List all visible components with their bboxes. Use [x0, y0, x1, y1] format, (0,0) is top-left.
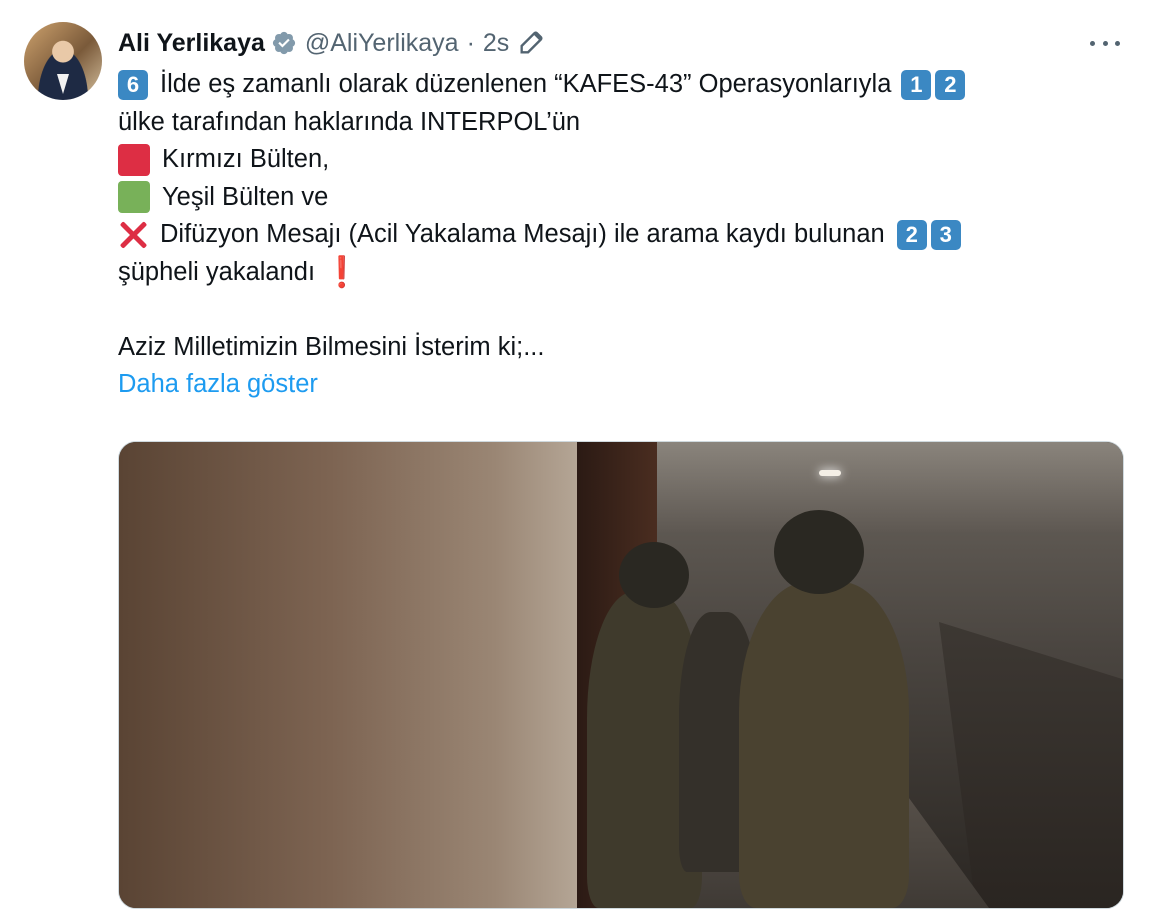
edit-icon[interactable] — [517, 29, 545, 57]
author-handle[interactable]: @AliYerlikaya — [305, 29, 459, 58]
verified-badge-icon — [272, 31, 295, 55]
more-dot — [1102, 40, 1108, 46]
line-text: Yeşil Bülten ve — [162, 182, 329, 211]
avatar-shirt — [57, 74, 69, 94]
keycap-6-icon: 6 — [118, 69, 148, 100]
tweet-header: Ali Yerlikaya @AliYerlikaya · 2s — [118, 24, 545, 62]
tweet-text: 6 İlde eş zamanlı olarak düzenlenen “KAF… — [118, 66, 969, 404]
author-avatar[interactable] — [24, 22, 102, 100]
exclamation-icon: ❗ — [323, 255, 361, 289]
green-square-icon — [118, 181, 150, 214]
tweet-line-6: şüpheli yakalandı ❗ — [118, 254, 969, 292]
cross-mark-icon — [118, 220, 148, 250]
more-dot — [1115, 40, 1120, 46]
line-text: şüpheli yakalandı — [118, 257, 316, 286]
keycap-3-icon: 3 — [930, 219, 961, 250]
red-square-icon — [118, 143, 150, 176]
tweet-line-1: 6 İlde eş zamanlı olarak düzenlenen “KAF… — [118, 66, 969, 104]
tweet-line-3: Kırmızı Bülten, — [118, 141, 969, 179]
show-more-link[interactable]: Daha fazla göster — [118, 366, 969, 404]
media-wall — [119, 442, 589, 908]
author-name[interactable]: Ali Yerlikaya — [118, 29, 265, 58]
keycap-1-icon: 1 — [901, 69, 932, 100]
tweet-media-video[interactable] — [118, 441, 1124, 909]
line-text: Kırmızı Bülten, — [162, 145, 330, 173]
media-figure — [739, 582, 909, 908]
media-light — [819, 470, 841, 476]
media-ceiling — [657, 442, 1123, 532]
keycap-2-icon: 2 — [935, 69, 966, 100]
tweet-line-5: Difüzyon Mesajı (Acil Yakalama Mesajı) i… — [118, 216, 969, 254]
tweet-timestamp[interactable]: 2s — [483, 29, 509, 58]
line-text: Difüzyon Mesajı (Acil Yakalama Mesajı) i… — [160, 220, 885, 248]
keycap-2-icon: 2 — [896, 219, 927, 250]
separator-dot: · — [466, 28, 475, 57]
more-options-icon[interactable] — [1090, 30, 1120, 56]
tweet-line-4: Yeşil Bülten ve — [118, 179, 969, 217]
line-text: İlde eş zamanlı olarak düzenlenen “KAFES… — [160, 70, 892, 98]
tweet-line-7: Aziz Milletimizin Bilmesini İsterim ki;.… — [118, 332, 545, 361]
media-figure-helmet — [774, 510, 864, 594]
tweet-line-2: ülke tarafından haklarında INTERPOL’ün — [118, 107, 581, 136]
more-dot — [1090, 40, 1095, 46]
media-figure-helmet — [619, 542, 689, 608]
